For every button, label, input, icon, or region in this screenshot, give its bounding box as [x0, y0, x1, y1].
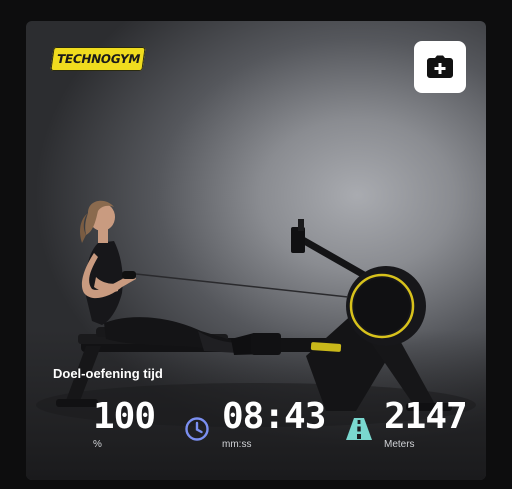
elapsed-time-value: 08:43	[222, 396, 326, 437]
road-icon	[346, 418, 372, 440]
add-photo-button[interactable]	[414, 41, 466, 93]
distance-value: 2147	[384, 396, 468, 437]
brand-logo-text: TECHNOGYM	[55, 52, 141, 66]
elapsed-time-stat: 08:43 mm:ss	[222, 397, 332, 457]
progress-percent-stat: 100 %	[93, 397, 173, 457]
technogym-logo: TECHNOGYM	[50, 47, 146, 71]
distance-unit: Meters	[384, 439, 415, 450]
camera-plus-icon	[427, 55, 453, 78]
distance-stat: 2147 Meters	[384, 397, 479, 457]
progress-percent-unit: %	[93, 439, 102, 450]
goal-exercise-label: Doel-oefening tijd	[53, 366, 163, 381]
clock-icon	[185, 417, 209, 441]
elapsed-time-unit: mm:ss	[222, 439, 252, 450]
workout-card: TECHNOGYM Doel-oefening tijd 100 % 08:43…	[26, 21, 486, 480]
progress-percent-value: 100	[93, 396, 156, 437]
